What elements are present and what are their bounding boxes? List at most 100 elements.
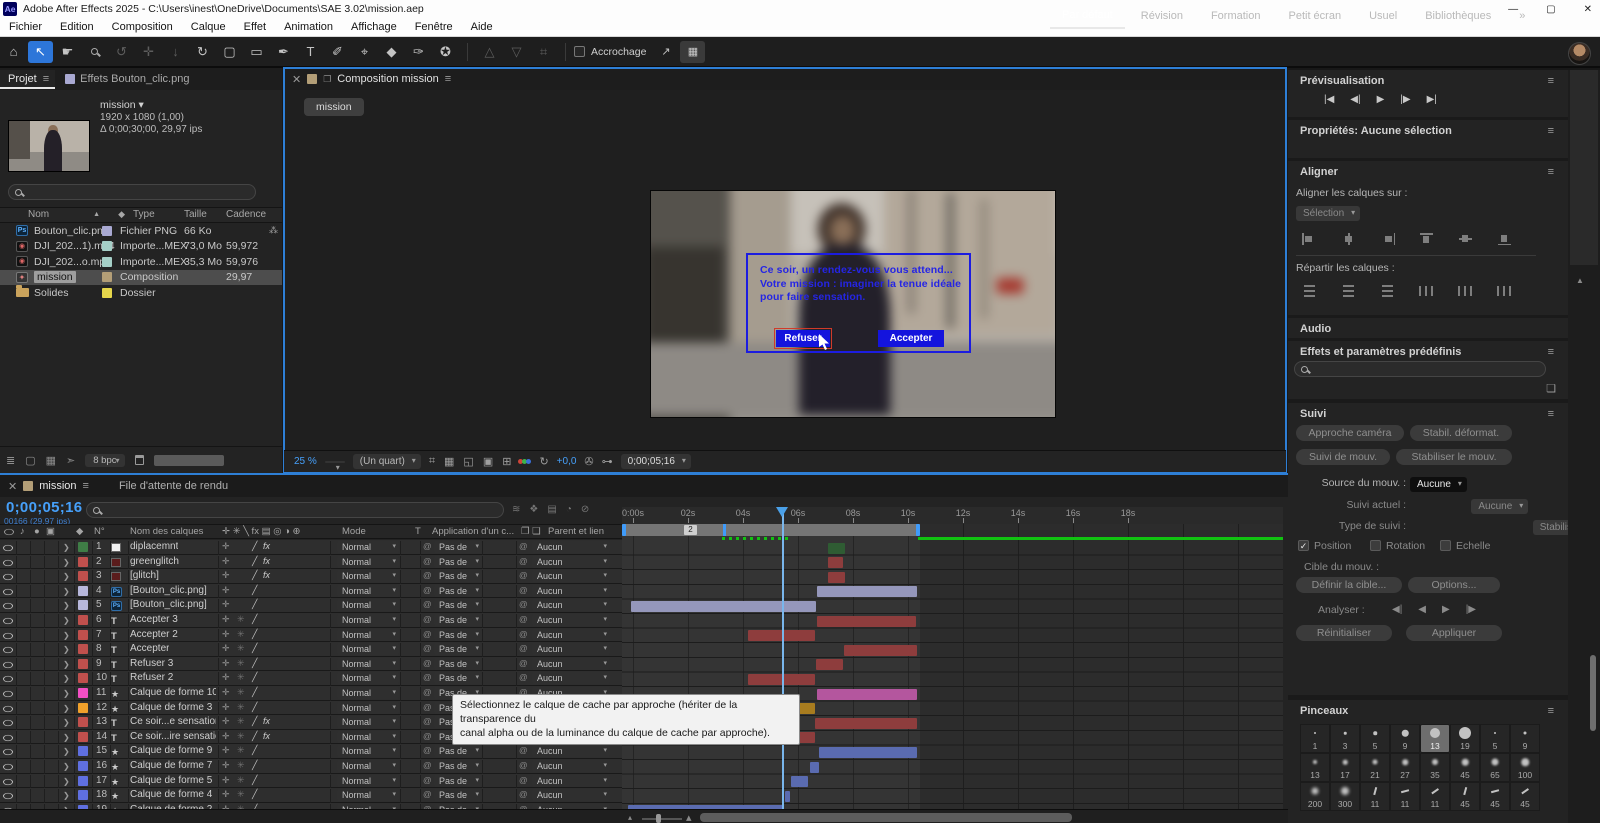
anchor-switch-icon[interactable]: ✛ bbox=[222, 599, 230, 610]
expand-arrow-icon[interactable]: ❯ bbox=[63, 645, 70, 654]
panel-menu-icon[interactable]: ≡ bbox=[445, 73, 451, 85]
anchor-switch-icon[interactable]: ✛ bbox=[222, 716, 230, 727]
distribute-icon-1[interactable] bbox=[1302, 285, 1317, 297]
layer-color-chip[interactable] bbox=[78, 557, 88, 567]
playhead-handle[interactable] bbox=[776, 507, 788, 517]
footer-icon[interactable]: ▢ bbox=[25, 454, 35, 467]
panel-menu-icon[interactable]: ≡ bbox=[43, 73, 49, 85]
layer-color-chip[interactable] bbox=[78, 717, 88, 727]
align-b-icon[interactable] bbox=[1497, 233, 1512, 245]
menu-effet[interactable]: Effet bbox=[235, 21, 275, 33]
hand-tool[interactable]: ☛ bbox=[55, 41, 80, 63]
quality-switch-icon[interactable]: ╱ bbox=[252, 716, 257, 727]
panel-menu-icon[interactable]: ≡ bbox=[1548, 408, 1554, 420]
align-cy-icon[interactable] bbox=[1458, 233, 1473, 245]
trkmat-dropdown[interactable]: Pas de bbox=[434, 614, 482, 626]
expand-arrow-icon[interactable]: ❯ bbox=[63, 616, 70, 625]
layer-duration-bar-6[interactable] bbox=[817, 616, 916, 627]
layer-duration-bar-17[interactable] bbox=[791, 776, 808, 787]
label-chip[interactable] bbox=[102, 272, 112, 282]
viewer-option-icon[interactable]: ▦ bbox=[444, 455, 454, 468]
blend-mode-dropdown[interactable]: Normal bbox=[337, 556, 399, 568]
anchor-switch-icon[interactable]: ✛ bbox=[222, 731, 230, 742]
anchor-switch-icon[interactable]: ✛ bbox=[222, 760, 230, 771]
blend-mode-dropdown[interactable]: Normal bbox=[337, 643, 399, 655]
trash-icon[interactable] bbox=[135, 455, 144, 465]
trkmat-dropdown[interactable]: Pas de bbox=[434, 541, 482, 553]
zoom-dropdown[interactable] bbox=[325, 461, 345, 463]
pickwhip-icon[interactable]: @ bbox=[423, 643, 432, 653]
layer-color-chip[interactable] bbox=[78, 776, 88, 786]
distribute-icon-3[interactable] bbox=[1380, 285, 1395, 297]
panel-menu-icon[interactable]: ≡ bbox=[1548, 705, 1554, 717]
eraser-tool[interactable]: ◆ bbox=[379, 41, 404, 63]
distribute-icon-5[interactable] bbox=[1458, 285, 1473, 297]
parent-pickwhip-icon[interactable]: @ bbox=[519, 789, 528, 799]
parent-dropdown[interactable]: Aucun bbox=[532, 541, 610, 553]
track-motion-button[interactable]: Suivi de mouv. bbox=[1296, 449, 1390, 465]
quality-switch-icon[interactable]: ╱ bbox=[252, 643, 257, 654]
parent-pickwhip-icon[interactable]: @ bbox=[519, 745, 528, 755]
blend-mode-dropdown[interactable]: Normal bbox=[337, 775, 399, 787]
dolly-camera-tool[interactable]: ↓ bbox=[163, 41, 188, 63]
pickwhip-icon[interactable]: @ bbox=[423, 556, 432, 566]
home-tool[interactable]: ⌂ bbox=[1, 41, 26, 63]
dock-expand-icon[interactable]: ▲ bbox=[1576, 276, 1584, 285]
workspace-par-d-faut[interactable]: Par défaut bbox=[1050, 2, 1125, 29]
pickwhip-icon[interactable]: @ bbox=[423, 541, 432, 551]
comp-name[interactable]: mission ▾ bbox=[100, 99, 144, 111]
pickwhip-icon[interactable]: @ bbox=[423, 658, 432, 668]
timeline-graph[interactable]: 0:00s02s04s06s08s10s12s14s16s18s 2 bbox=[622, 507, 1283, 809]
align-cx-icon[interactable] bbox=[1341, 233, 1356, 245]
layer-row-2[interactable]: ❯2greenglitch✛╱fxNormal@Pas de@Aucun bbox=[0, 555, 622, 570]
parent-pickwhip-icon[interactable]: @ bbox=[519, 629, 528, 639]
brush-3[interactable]: 3 bbox=[1330, 724, 1360, 753]
layer-color-chip[interactable] bbox=[78, 600, 88, 610]
snapshot-icon[interactable]: ✇ bbox=[584, 455, 593, 468]
analyze-back-1-button[interactable]: ◀| bbox=[1392, 604, 1402, 615]
panel-menu-icon[interactable]: ≡ bbox=[1548, 346, 1554, 358]
brush-9[interactable]: 9 bbox=[1390, 724, 1420, 753]
blend-mode-dropdown[interactable]: Normal bbox=[337, 702, 399, 714]
fx-badge[interactable]: fx bbox=[263, 541, 270, 551]
brush-45[interactable]: 45 bbox=[1510, 782, 1540, 811]
expand-arrow-icon[interactable]: ❯ bbox=[63, 704, 70, 713]
pickwhip-icon[interactable]: @ bbox=[423, 775, 432, 785]
viewer-option-icon[interactable]: ⊞ bbox=[502, 455, 511, 468]
fx-badge[interactable]: fx bbox=[263, 731, 270, 741]
snap-group-icon[interactable]: ⌗ bbox=[531, 41, 556, 63]
layer-color-chip[interactable] bbox=[78, 673, 88, 683]
anchor-switch-icon[interactable]: ✛ bbox=[222, 585, 230, 596]
quality-switch-icon[interactable]: ╱ bbox=[252, 731, 257, 742]
current-track-dropdown[interactable]: Aucune bbox=[1471, 499, 1528, 514]
parent-dropdown[interactable]: Aucun bbox=[532, 775, 610, 787]
layer-row-10[interactable]: ❯10TRefuser 2✛✳╱Normal@Pas de@Aucun bbox=[0, 671, 622, 686]
menu-affichage[interactable]: Affichage bbox=[342, 21, 406, 33]
effects-switch-icon[interactable]: ✳ bbox=[237, 672, 245, 683]
anchor-switch-icon[interactable]: ✛ bbox=[222, 629, 230, 640]
timeline-option-icon[interactable]: ◔ bbox=[566, 504, 572, 515]
user-avatar[interactable] bbox=[1568, 42, 1591, 65]
parent-pickwhip-icon[interactable]: @ bbox=[519, 570, 528, 580]
parent-pickwhip-icon[interactable]: @ bbox=[519, 775, 528, 785]
project-item-Solides[interactable]: SolidesDossier bbox=[0, 285, 282, 301]
playhead-line[interactable] bbox=[782, 507, 784, 809]
pickwhip-icon[interactable]: @ bbox=[423, 745, 432, 755]
pickwhip-icon[interactable]: @ bbox=[423, 629, 432, 639]
effects-switch-icon[interactable]: ✳ bbox=[237, 716, 245, 727]
close-tab-icon[interactable]: ✕ bbox=[292, 73, 301, 86]
panel-header[interactable]: Prévisualisation bbox=[1300, 75, 1384, 87]
parent-pickwhip-icon[interactable]: @ bbox=[519, 658, 528, 668]
expand-arrow-icon[interactable]: ❯ bbox=[63, 791, 70, 800]
align-r-icon[interactable] bbox=[1380, 233, 1395, 245]
brush-5[interactable]: 5 bbox=[1360, 724, 1390, 753]
quality-switch-icon[interactable]: ╱ bbox=[252, 658, 257, 669]
anchor-switch-icon[interactable]: ✛ bbox=[222, 614, 230, 625]
expand-arrow-icon[interactable]: ❯ bbox=[63, 733, 70, 742]
snap-option-icon[interactable]: ↗ bbox=[653, 41, 678, 63]
brush-13[interactable]: 13 bbox=[1420, 724, 1450, 753]
comp-marker[interactable]: 2 bbox=[684, 525, 697, 535]
brush-11[interactable]: 11 bbox=[1420, 782, 1450, 811]
menu-composition[interactable]: Composition bbox=[103, 21, 182, 33]
pickwhip-icon[interactable]: @ bbox=[423, 599, 432, 609]
